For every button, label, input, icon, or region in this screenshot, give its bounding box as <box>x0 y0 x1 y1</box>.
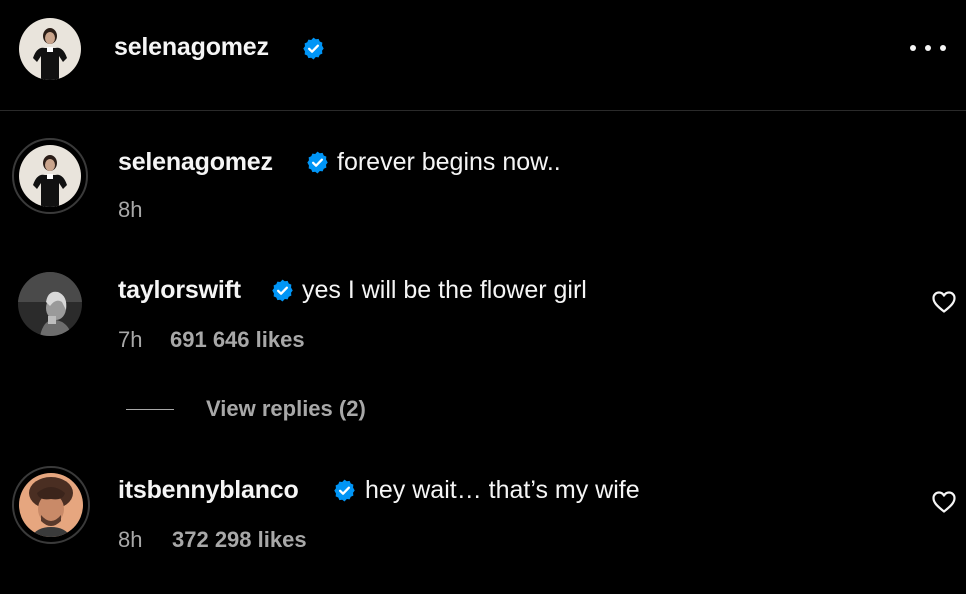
verified-badge-icon <box>301 36 326 61</box>
comment-text: yes I will be the flower girl <box>302 276 587 304</box>
comment-likes[interactable]: 372 298 likes <box>172 527 307 553</box>
verified-badge-icon <box>332 478 357 503</box>
comment-username[interactable]: taylorswift <box>118 276 241 305</box>
avatar-image <box>19 473 83 537</box>
view-replies-line <box>126 409 174 410</box>
comment-text: hey wait… that’s my wife <box>365 476 640 504</box>
heart-icon[interactable] <box>931 290 957 314</box>
caption-text: forever begins now.. <box>337 148 561 176</box>
header-avatar[interactable] <box>19 18 81 80</box>
more-options-icon[interactable] <box>910 36 946 60</box>
view-replies-button[interactable]: View replies (2) <box>206 396 366 422</box>
avatar-image <box>19 145 81 207</box>
comment-time: 7h <box>118 327 143 352</box>
header-username[interactable]: selenagomez <box>114 33 269 62</box>
comment-likes[interactable]: 691 646 likes <box>170 327 305 353</box>
comment-avatar[interactable] <box>19 473 83 537</box>
post-comments-page: selenagomez selenagomez forever begins n… <box>0 0 966 594</box>
verified-badge-icon <box>270 278 295 303</box>
comment-time: 8h <box>118 527 143 552</box>
comment-username[interactable]: itsbennyblanco <box>118 476 299 505</box>
comment-avatar[interactable] <box>18 272 82 336</box>
avatar-image <box>19 18 81 80</box>
avatar-image <box>18 272 82 336</box>
caption-time: 8h <box>118 197 143 222</box>
caption-avatar[interactable] <box>19 145 81 207</box>
caption-username[interactable]: selenagomez <box>118 148 273 177</box>
verified-badge-icon <box>305 150 330 175</box>
post-header: selenagomez <box>0 0 966 111</box>
heart-icon[interactable] <box>931 490 957 514</box>
